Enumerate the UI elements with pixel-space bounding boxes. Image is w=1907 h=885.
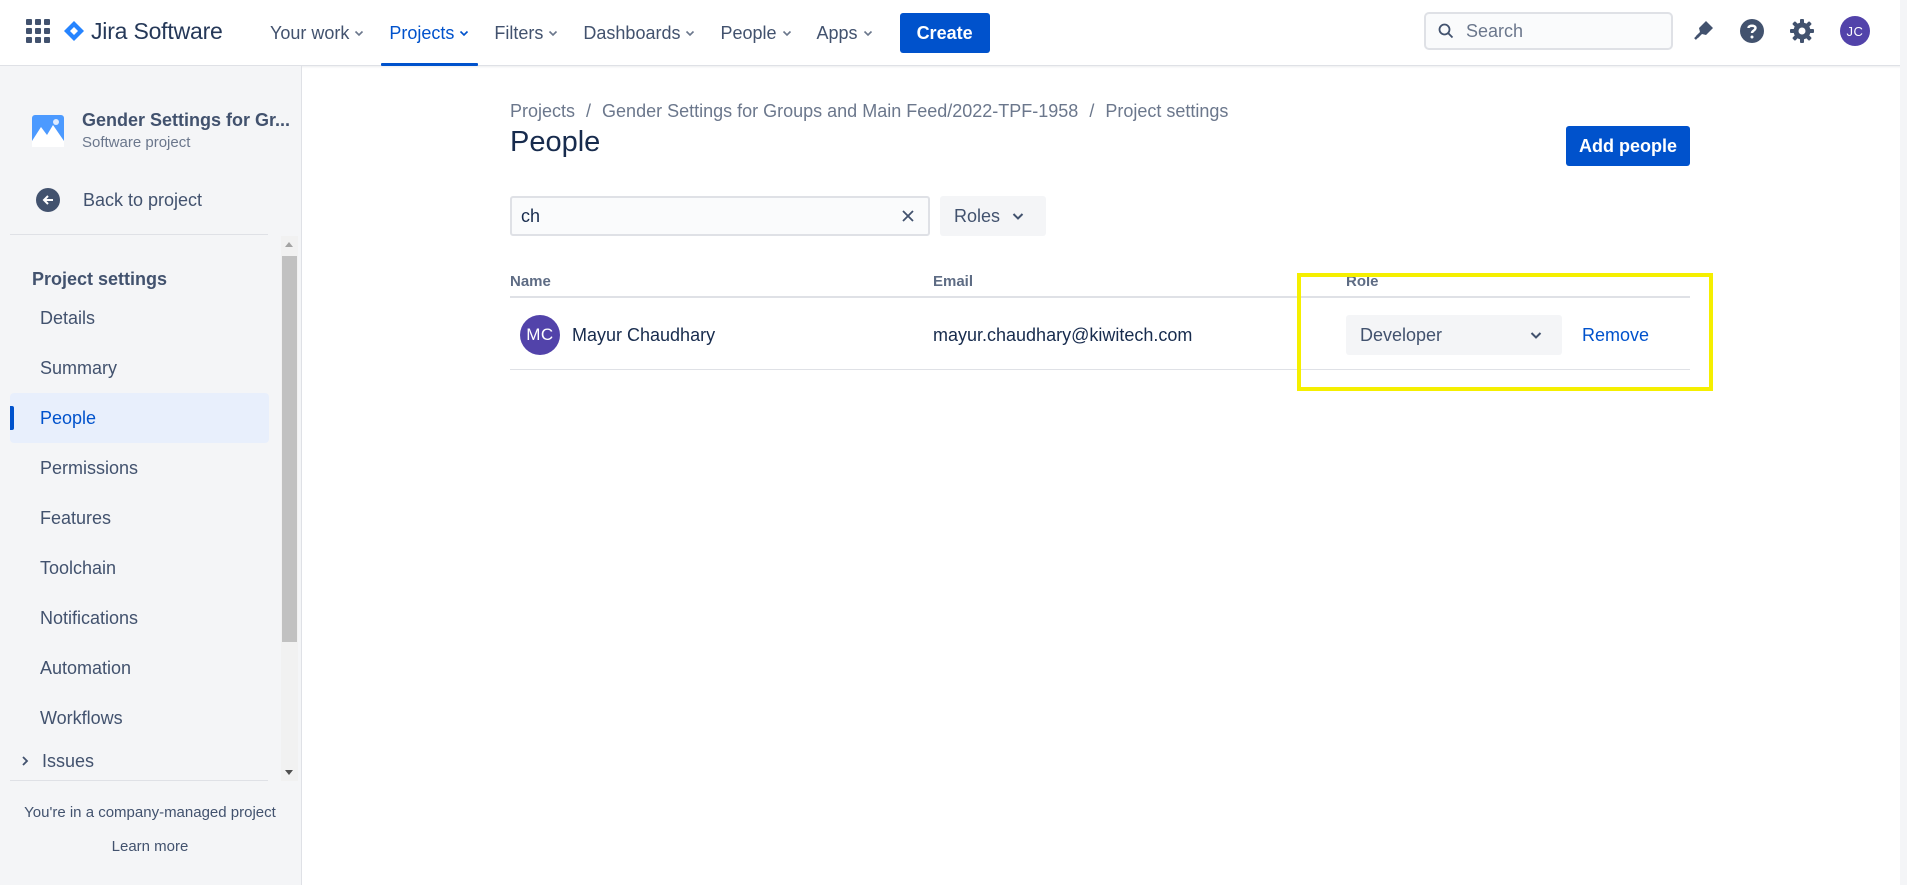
nav-projects[interactable]: Projects	[377, 0, 482, 66]
nav-label: Filters	[494, 22, 544, 43]
back-label: Back to project	[83, 189, 203, 210]
logo-text: Jira Software	[91, 17, 223, 44]
sidebar-item-summary[interactable]: Summary	[10, 343, 269, 393]
nav-label: People	[720, 22, 777, 43]
nav-people[interactable]: People	[708, 0, 804, 66]
scroll-down-arrow-icon[interactable]	[285, 770, 293, 775]
app-switcher-icon[interactable]	[26, 19, 50, 43]
chevron-down-icon	[1012, 213, 1024, 220]
people-search-input[interactable]: ch	[510, 196, 930, 236]
user-avatar[interactable]: JC	[1840, 16, 1870, 46]
chevron-down-icon	[460, 30, 469, 37]
sidebar-scrollbar[interactable]	[281, 236, 298, 781]
sidebar-item-label: Permissions	[40, 457, 139, 478]
chevron-down-icon	[782, 30, 791, 37]
breadcrumb-project-settings[interactable]: Project settings	[1105, 101, 1228, 122]
page-scrollbar[interactable]	[1900, 0, 1907, 885]
chevron-down-icon	[863, 30, 872, 37]
nav-filters[interactable]: Filters	[482, 0, 571, 66]
column-header-email[interactable]: Email	[933, 273, 973, 290]
roles-label: Roles	[954, 205, 1001, 226]
user-name: Mayur Chaudhary	[572, 325, 716, 345]
project-type: Software project	[82, 134, 191, 151]
user-email: mayur.chaudhary@kiwitech.com	[933, 325, 1193, 345]
breadcrumb-project[interactable]: Gender Settings for Groups and Main Feed…	[602, 101, 1078, 122]
search-value: ch	[521, 205, 541, 226]
sidebar-item-label: Notifications	[40, 607, 139, 628]
top-navigation: Jira Software Your work Projects Filters…	[0, 0, 1907, 66]
sidebar-item-label: Workflows	[40, 707, 123, 728]
clear-icon[interactable]	[900, 208, 916, 229]
column-header-name[interactable]: Name	[510, 273, 551, 290]
sidebar-item-label: Automation	[40, 657, 132, 678]
nav-label: Your work	[270, 22, 350, 43]
help-icon[interactable]	[1737, 16, 1767, 46]
sidebar-item-people[interactable]: People	[10, 393, 269, 443]
roles-filter-dropdown[interactable]: Roles	[940, 196, 1046, 236]
sidebar-item-label: Summary	[40, 357, 118, 378]
sidebar-item-permissions[interactable]: Permissions	[10, 443, 269, 493]
sidebar-divider	[10, 780, 268, 781]
breadcrumb: Projects / Gender Settings for Groups an…	[510, 101, 1228, 122]
sidebar-item-label: Details	[40, 307, 96, 328]
sidebar-item-workflows[interactable]: Workflows	[10, 693, 269, 743]
settings-gear-icon[interactable]	[1787, 16, 1817, 46]
nav-your-work[interactable]: Your work	[258, 0, 377, 66]
company-managed-note: You're in a company-managed project	[24, 804, 276, 821]
search-placeholder: Search	[1466, 20, 1524, 41]
sidebar-item-label: Features	[40, 507, 112, 528]
sidebar-item-details[interactable]: Details	[10, 293, 269, 343]
chevron-down-icon	[549, 30, 558, 37]
jira-diamond-icon	[64, 21, 84, 41]
highlight-annotation-box	[1297, 273, 1713, 391]
jira-logo[interactable]: Jira Software	[63, 16, 223, 46]
project-settings-heading: Project settings	[32, 269, 168, 289]
chevron-down-icon	[355, 30, 364, 37]
nav-apps[interactable]: Apps	[805, 0, 886, 66]
sidebar-item-features[interactable]: Features	[10, 493, 269, 543]
arrow-left-icon	[36, 188, 60, 212]
project-sidebar: Gender Settings for Gr... Software proje…	[0, 66, 302, 885]
learn-more-link[interactable]: Learn more	[0, 838, 300, 855]
nav-label: Dashboards	[583, 22, 681, 43]
notifications-icon[interactable]	[1688, 16, 1718, 46]
nav-label: Apps	[816, 22, 858, 43]
sidebar-item-toolchain[interactable]: Toolchain	[10, 543, 269, 593]
scrollbar-thumb[interactable]	[282, 256, 297, 642]
create-button[interactable]: Create	[899, 13, 990, 53]
sidebar-item-notifications[interactable]: Notifications	[10, 593, 269, 643]
breadcrumb-separator: /	[586, 101, 592, 121]
chevron-right-icon	[22, 756, 29, 766]
back-to-project-link[interactable]: Back to project	[36, 188, 202, 212]
page-title: People	[510, 126, 601, 158]
search-icon	[1438, 23, 1454, 39]
sidebar-item-automation[interactable]: Automation	[10, 643, 269, 693]
chevron-down-icon	[686, 30, 695, 37]
primary-nav: Your work Projects Filters Dashboards Pe…	[258, 0, 990, 66]
nav-label: Projects	[389, 22, 455, 43]
breadcrumb-separator: /	[1089, 101, 1095, 121]
sidebar-item-issues[interactable]: Issues	[10, 744, 269, 778]
breadcrumb-projects[interactable]: Projects	[510, 101, 575, 122]
sidebar-item-label: People	[40, 407, 97, 428]
nav-dashboards[interactable]: Dashboards	[571, 0, 708, 66]
project-header[interactable]: Gender Settings for Gr... Software proje…	[32, 110, 290, 151]
sidebar-item-label: Issues	[42, 750, 95, 771]
sidebar-item-label: Toolchain	[40, 557, 117, 578]
sidebar-divider	[10, 234, 268, 235]
add-people-button[interactable]: Add people	[1566, 126, 1690, 166]
project-avatar-icon	[32, 114, 64, 147]
project-name: Gender Settings for Gr...	[82, 110, 291, 130]
scroll-up-arrow-icon[interactable]	[285, 242, 293, 247]
search-input[interactable]: Search	[1424, 12, 1673, 50]
avatar: MC	[520, 315, 560, 355]
